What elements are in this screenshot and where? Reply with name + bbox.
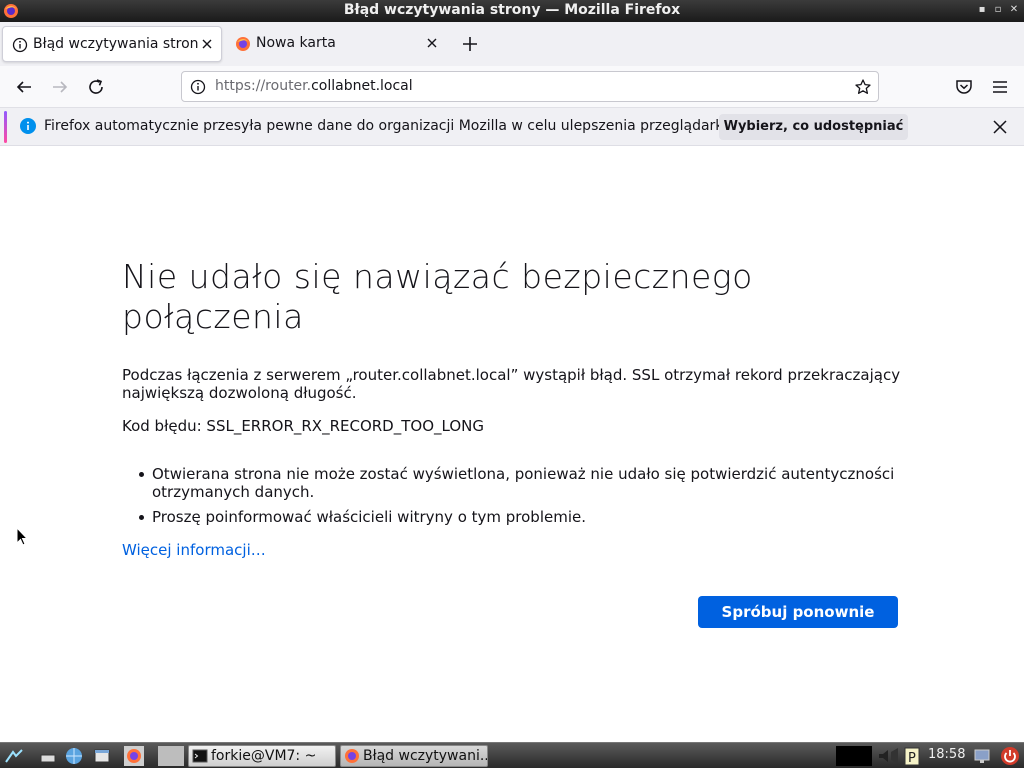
restore-icon[interactable]: ▫ <box>991 3 1005 17</box>
firefox-icon <box>345 749 359 763</box>
navigation-toolbar: https://router.collabnet.local <box>0 66 1024 108</box>
svg-text:P: P <box>908 751 916 766</box>
clock: 18:58 <box>928 747 966 762</box>
task-label: forkie@VM7: ~ <box>211 748 317 764</box>
mouse-pointer-icon <box>16 527 28 546</box>
tab-label: Błąd wczytywania strony <box>33 36 198 52</box>
url-bar[interactable]: https://router.collabnet.local <box>181 71 879 102</box>
notification-message: Firefox automatycznie przesyła pewne dan… <box>44 118 732 134</box>
pocket-icon[interactable] <box>952 75 976 99</box>
url-text[interactable]: https://router.collabnet.local <box>215 78 413 94</box>
terminal-icon <box>192 749 208 763</box>
monitor-icon[interactable] <box>972 746 992 766</box>
minimize-icon[interactable]: ▪ <box>975 3 989 17</box>
error-suggestions-list: Otwierana strona nie może zostać wyświet… <box>122 465 912 533</box>
info-icon <box>20 118 36 134</box>
error-description: Podczas łączenia z serwerem „router.coll… <box>122 366 901 402</box>
bookmark-star-icon[interactable] <box>854 78 872 96</box>
list-item-text: Proszę poinformować właścicieli witryny … <box>152 508 587 526</box>
bullet <box>139 515 144 520</box>
url-host: collabnet.local <box>311 78 413 94</box>
back-arrow-icon[interactable] <box>12 75 36 99</box>
bullet <box>139 472 144 477</box>
choose-what-to-share-button[interactable]: Wybierz, co udostępniać <box>719 114 908 140</box>
taskbar-task-terminal[interactable]: forkie@VM7: ~ <box>188 745 336 767</box>
network-globe-icon[interactable] <box>64 746 84 766</box>
show-desktop-icon[interactable] <box>38 746 58 766</box>
list-item: Proszę poinformować właścicieli witryny … <box>122 508 912 526</box>
hamburger-menu-icon[interactable] <box>988 75 1012 99</box>
error-title: Nie udało się nawiązać bezpiecznego połą… <box>122 257 753 336</box>
close-tab-icon[interactable] <box>424 35 440 51</box>
try-again-button[interactable]: Spróbuj ponownie <box>698 596 898 628</box>
desktop-taskbar: forkie@VM7: ~ Błąd wczytywani... P 18:58 <box>0 742 1024 768</box>
tab-label: Nowa karta <box>256 35 336 51</box>
cpu-monitor-widget <box>836 746 872 766</box>
tab-strip: Błąd wczytywania strony Nowa karta <box>0 22 1024 66</box>
new-tab-plus-icon[interactable] <box>458 32 482 56</box>
firefox-launcher-icon[interactable] <box>124 746 144 766</box>
more-info-link[interactable]: Więcej informacji… <box>122 541 266 559</box>
error-page-content: Nie udało się nawiązać bezpiecznego połą… <box>0 147 1024 741</box>
data-reporting-notification-bar: Firefox automatycznie przesyła pewne dan… <box>0 108 1024 146</box>
close-notification-icon[interactable] <box>991 118 1009 136</box>
workspace-pager[interactable] <box>158 746 184 766</box>
forward-arrow-icon[interactable] <box>48 75 72 99</box>
close-tab-icon[interactable] <box>199 36 215 52</box>
site-info-icon[interactable] <box>190 79 206 95</box>
task-label: Błąd wczytywani... <box>363 748 488 764</box>
list-item: Otwierana strona nie może zostać wyświet… <box>122 465 912 501</box>
file-manager-icon[interactable] <box>92 746 112 766</box>
tab-error-page[interactable]: Błąd wczytywania strony <box>2 26 222 62</box>
clipboard-p-icon[interactable]: P <box>902 746 922 766</box>
start-menu-icon[interactable] <box>4 746 24 766</box>
error-code: Kod błędu: SSL_ERROR_RX_RECORD_TOO_LONG <box>122 417 484 435</box>
close-window-icon[interactable]: ✕ <box>1007 3 1021 17</box>
firefox-icon <box>236 37 250 51</box>
power-icon[interactable] <box>1000 746 1020 766</box>
screen: Błąd wczytywania strony — Mozilla Firefo… <box>0 0 1024 768</box>
window-title: Błąd wczytywania strony — Mozilla Firefo… <box>343 2 681 18</box>
list-item-text: Otwierana strona nie może zostać wyświet… <box>152 465 895 501</box>
notification-accent-stripe <box>4 111 7 143</box>
taskbar-task-firefox[interactable]: Błąd wczytywani... <box>340 745 488 767</box>
window-titlebar: Błąd wczytywania strony — Mozilla Firefo… <box>0 0 1024 22</box>
volume-icon[interactable] <box>876 746 902 766</box>
url-prefix: https://router. <box>215 78 312 94</box>
tab-new-tab[interactable]: Nowa karta <box>226 26 446 62</box>
info-circle-icon <box>12 37 28 53</box>
reload-icon[interactable] <box>84 75 108 99</box>
